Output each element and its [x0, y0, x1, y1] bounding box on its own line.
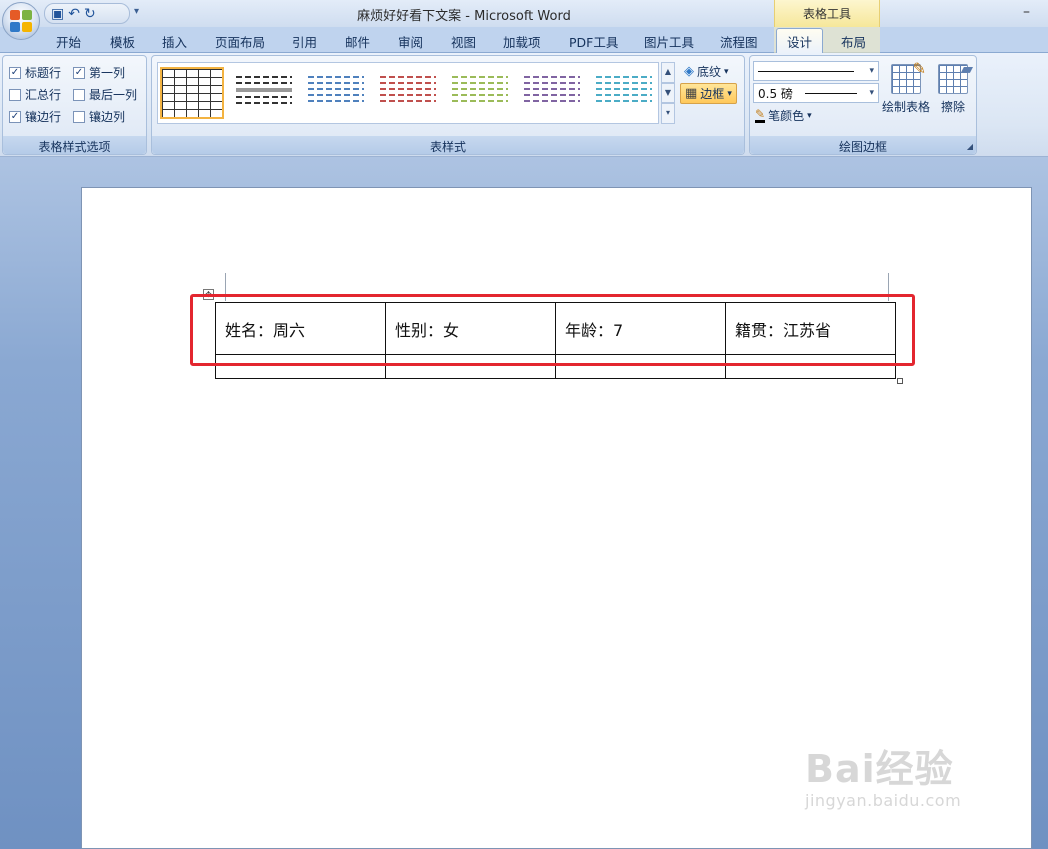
table-style-swatch[interactable]	[232, 67, 296, 119]
tab-layout[interactable]: 布局	[841, 32, 866, 51]
gallery-scroll: ▲ ▼ ▾	[661, 62, 675, 125]
title-bar: ▣ ↶ ↻ ▾ 麻烦好好看下文案 - Microsoft Word 表格工具 –	[0, 0, 1048, 27]
pen-weight-select[interactable]: 0.5 磅 ▾	[753, 83, 879, 103]
draw-table-label: 绘制表格	[881, 100, 930, 114]
group-label-draw-borders: 绘图边框	[750, 136, 976, 154]
office-button[interactable]	[2, 2, 40, 40]
paint-bucket-icon: ◈	[684, 64, 694, 79]
tab-picture-tools[interactable]: 图片工具	[644, 32, 694, 51]
table-style-swatch[interactable]	[376, 67, 440, 119]
chevron-down-icon: ▾	[724, 66, 729, 77]
gallery-up-icon[interactable]: ▲	[661, 62, 675, 83]
minimize-icon[interactable]: –	[1023, 4, 1030, 20]
pen-style-line	[758, 70, 854, 72]
draw-table-button[interactable]: ✎ 绘制表格	[880, 59, 932, 115]
ribbon-tabs: 开始 模板 插入 页面布局 引用 邮件 审阅 视图 加载项 PDF工具 图片工具…	[0, 27, 1048, 54]
checkbox-label: 最后一列	[89, 88, 138, 102]
borders-button[interactable]: ▦ 边框 ▾	[680, 83, 737, 104]
tab-flowchart[interactable]: 流程图	[720, 32, 758, 51]
tab-view[interactable]: 视图	[451, 32, 476, 51]
tab-templates[interactable]: 模板	[110, 32, 135, 51]
dialog-launcher-icon[interactable]: ◢	[967, 142, 973, 151]
chevron-down-icon: ▾	[869, 66, 874, 76]
gallery-more-icon[interactable]: ▾	[661, 103, 675, 125]
pen-color-button[interactable]: ✎ 笔颜色 ▾	[755, 107, 812, 124]
ribbon: ✓ 标题行 ✓ 第一列 汇总行 最后一列 ✓ 镶边行 镶边列 表格样式选项 ▲ …	[0, 53, 1048, 157]
office-logo-icon	[10, 10, 32, 32]
checkbox-banded-rows[interactable]: ✓ 镶边行	[9, 108, 61, 125]
shading-label: 底纹	[697, 65, 722, 79]
checkbox-first-column[interactable]: ✓ 第一列	[73, 64, 125, 81]
watermark-brand: Bai经验	[805, 747, 954, 791]
table-style-swatch[interactable]	[448, 67, 512, 119]
checkbox-label: 汇总行	[25, 88, 62, 102]
gallery-down-icon[interactable]: ▼	[661, 82, 675, 104]
highlight-annotation-box	[190, 294, 915, 366]
draw-table-icon: ✎	[891, 59, 926, 94]
table-style-grid[interactable]	[160, 67, 224, 119]
checkbox-label: 镶边列	[89, 110, 126, 124]
tab-references[interactable]: 引用	[292, 32, 317, 51]
group-draw-borders: ▾ 0.5 磅 ▾ ✎ 笔颜色 ▾ ✎ 绘制表格 ▰ 擦除 绘图边框 ◢	[749, 55, 977, 155]
checkbox-label: 标题行	[25, 66, 62, 80]
checkbox-checked-icon: ✓	[9, 110, 21, 123]
shading-button[interactable]: ◈ 底纹 ▾	[684, 63, 729, 80]
chevron-down-icon: ▾	[869, 88, 874, 98]
pen-weight-value: 0.5 磅	[758, 86, 793, 101]
table-resize-handle[interactable]	[897, 378, 903, 384]
checkbox-banded-columns[interactable]: 镶边列	[73, 108, 125, 125]
tab-insert[interactable]: 插入	[162, 32, 187, 51]
table-style-swatch[interactable]	[592, 67, 656, 119]
tab-home[interactable]: 开始	[56, 32, 81, 51]
checkbox-checked-icon: ✓	[9, 66, 21, 79]
group-table-style-options: ✓ 标题行 ✓ 第一列 汇总行 最后一列 ✓ 镶边行 镶边列 表格样式选项	[2, 55, 147, 155]
table-style-swatch[interactable]	[520, 67, 584, 119]
checkbox-unchecked-icon	[9, 88, 21, 101]
tab-pdf-tools[interactable]: PDF工具	[569, 32, 618, 51]
checkbox-label: 第一列	[89, 66, 126, 80]
eraser-label: 擦除	[940, 100, 965, 114]
chevron-down-icon: ▾	[807, 110, 812, 121]
checkbox-header-row[interactable]: ✓ 标题行	[9, 64, 61, 81]
table-styles-gallery	[157, 62, 659, 124]
tab-addins[interactable]: 加载项	[503, 32, 541, 51]
chevron-down-icon: ▾	[727, 88, 732, 99]
baidu-watermark: Bai经验 jingyan.baidu.com	[805, 738, 995, 828]
pen-weight-line	[805, 92, 858, 94]
tab-design[interactable]: 设计	[776, 28, 824, 54]
pen-style-select[interactable]: ▾	[753, 61, 879, 81]
border-grid-icon: ▦	[685, 86, 698, 101]
table-tools-context-label: 表格工具	[774, 0, 880, 27]
pen-icon: ✎	[755, 107, 766, 123]
group-label-table-styles: 表样式	[152, 136, 744, 154]
checkbox-unchecked-icon	[73, 110, 85, 123]
eraser-button[interactable]: ▰ 擦除	[934, 59, 973, 115]
tab-review[interactable]: 审阅	[398, 32, 423, 51]
group-table-styles: ▲ ▼ ▾ ◈ 底纹 ▾ ▦ 边框 ▾ 表样式	[151, 55, 745, 155]
checkbox-unchecked-icon	[73, 88, 85, 101]
checkbox-label: 镶边行	[25, 110, 62, 124]
tab-mailings[interactable]: 邮件	[345, 32, 370, 51]
table-style-swatch[interactable]	[304, 67, 368, 119]
watermark-url: jingyan.baidu.com	[805, 791, 962, 810]
checkbox-checked-icon: ✓	[73, 66, 85, 79]
checkbox-last-column[interactable]: 最后一列	[73, 86, 137, 103]
eraser-icon: ▰	[938, 59, 973, 94]
pen-color-label: 笔颜色	[768, 109, 805, 123]
group-label-table-style-options: 表格样式选项	[3, 136, 146, 154]
checkbox-total-row[interactable]: 汇总行	[9, 86, 61, 103]
tab-page-layout[interactable]: 页面布局	[215, 32, 265, 51]
borders-label: 边框	[700, 87, 725, 101]
